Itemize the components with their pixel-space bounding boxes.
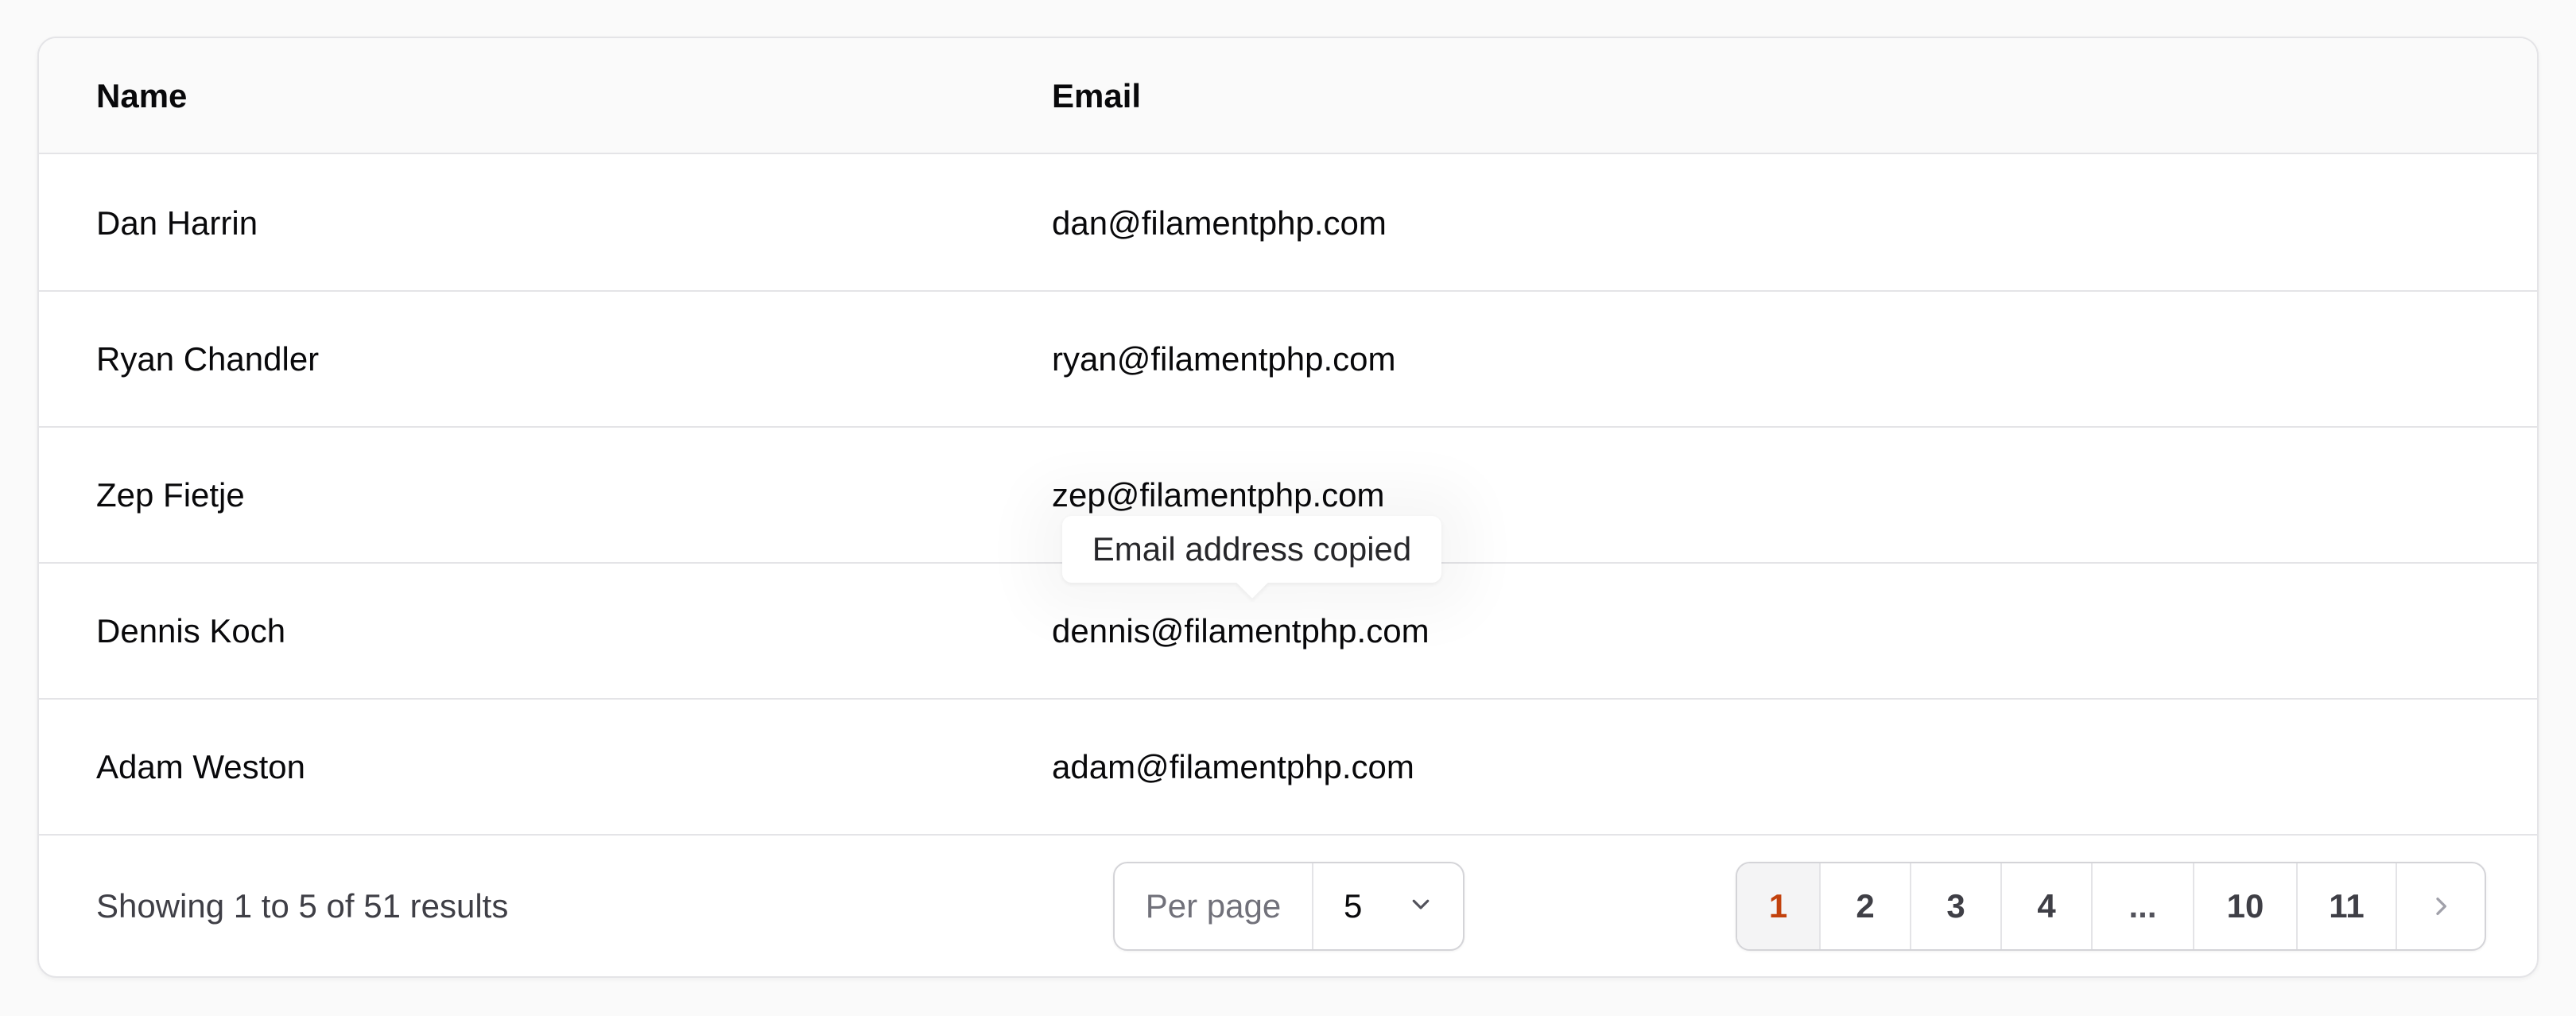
email-cell[interactable]: ryan@filamentphp.com	[1052, 292, 1396, 426]
name-cell: Adam Weston	[96, 747, 306, 785]
table-card: Name Email Dan Harrin dan@filamentphp.co…	[37, 37, 2539, 978]
table-row[interactable]: Adam Weston adam@filamentphp.com	[39, 700, 2537, 836]
page-button-2[interactable]: 2	[1821, 863, 1911, 949]
next-page-button[interactable]	[2397, 863, 2485, 949]
name-cell: Zep Fietje	[96, 475, 245, 514]
column-header-email[interactable]: Email	[1052, 38, 1141, 154]
page-button-11[interactable]: 11	[2298, 863, 2397, 949]
table-row[interactable]: Dan Harrin dan@filamentphp.com	[39, 156, 2537, 292]
name-cell: Dennis Koch	[96, 611, 286, 650]
per-page-select[interactable]: 5	[1313, 863, 1463, 949]
page-button-10[interactable]: 10	[2194, 863, 2298, 949]
page-button-3[interactable]: 3	[1911, 863, 2002, 949]
pagination-footer: Showing 1 to 5 of 51 results Per page 5 …	[39, 834, 2537, 978]
table-header: Name Email	[39, 38, 2537, 154]
per-page-control: Per page 5	[1113, 862, 1465, 951]
page-ellipsis: ...	[2093, 863, 2194, 949]
name-cell: Ryan Chandler	[96, 339, 320, 378]
table-row[interactable]: Ryan Chandler ryan@filamentphp.com	[39, 292, 2537, 428]
results-summary: Showing 1 to 5 of 51 results	[96, 886, 509, 925]
table-row[interactable]: Dennis Koch dennis@filamentphp.com	[39, 564, 2537, 700]
column-header-name[interactable]: Name	[96, 38, 187, 154]
email-cell[interactable]: dan@filamentphp.com	[1052, 156, 1387, 290]
email-cell[interactable]: adam@filamentphp.com	[1052, 700, 1414, 834]
tooltip-text: Email address copied	[1092, 530, 1412, 568]
per-page-value: 5	[1344, 887, 1363, 925]
page-button-1[interactable]: 1	[1737, 863, 1821, 949]
chevron-right-icon	[2436, 898, 2446, 915]
chevron-down-icon	[1412, 899, 1430, 909]
name-cell: Dan Harrin	[96, 204, 258, 242]
per-page-label: Per page	[1115, 863, 1313, 949]
pagination: 1 2 3 4 ... 10 11	[1736, 862, 2486, 951]
copied-tooltip: Email address copied	[1062, 516, 1441, 599]
page-button-4[interactable]: 4	[2002, 863, 2093, 949]
